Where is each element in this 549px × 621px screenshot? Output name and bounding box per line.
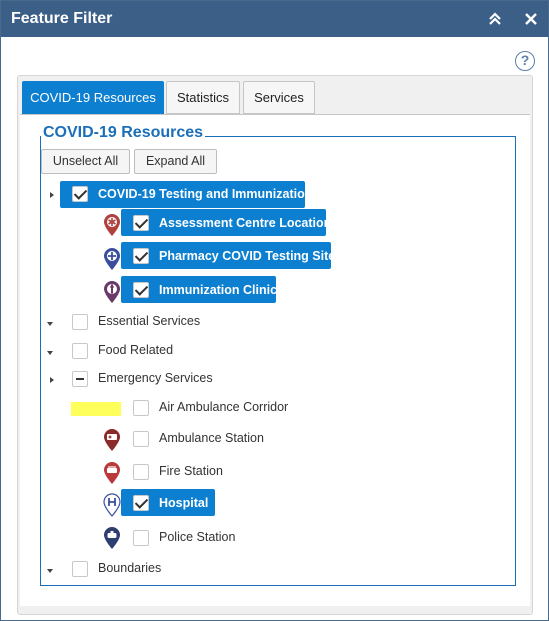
ambulance-pin-icon — [103, 428, 121, 452]
checkbox-ambulance-station[interactable] — [133, 431, 149, 447]
expand-arrow-emergency-services[interactable] — [47, 376, 57, 386]
hospital-pin-icon — [103, 493, 121, 517]
tab-statistics[interactable]: Statistics — [166, 81, 240, 114]
checkbox-immunization-clinic[interactable] — [133, 282, 149, 298]
checkbox-covid-testing-immunization[interactable] — [72, 186, 88, 202]
fire-truck-pin-icon — [103, 461, 121, 485]
label-boundaries[interactable]: Boundaries — [98, 561, 161, 575]
help-icon[interactable]: ? — [515, 51, 535, 71]
checkbox-pharmacy-testing[interactable] — [133, 248, 149, 264]
tree-item-hospital[interactable]: Hospital — [121, 489, 215, 516]
checkbox-hospital[interactable] — [133, 495, 149, 511]
syringe-pin-icon — [103, 280, 121, 304]
unselect-all-button[interactable]: Unselect All — [41, 149, 130, 174]
label-covid-testing-immunization: COVID-19 Testing and Immunization — [98, 187, 313, 201]
label-ambulance-station[interactable]: Ambulance Station — [159, 431, 264, 445]
assessment-centre-pin-icon — [103, 213, 121, 237]
expand-arrow-food-related[interactable] — [46, 348, 56, 358]
pharmacy-pin-icon — [103, 247, 121, 271]
label-essential-services[interactable]: Essential Services — [98, 314, 200, 328]
checkbox-boundaries[interactable] — [72, 561, 88, 577]
checkbox-police-station[interactable] — [133, 530, 149, 546]
checkbox-fire-station[interactable] — [133, 464, 149, 480]
tab-covid-19-resources[interactable]: COVID-19 Resources — [22, 81, 164, 114]
tree-item-immunization-clinic[interactable]: Immunization Clinic — [121, 276, 278, 303]
label-food-related[interactable]: Food Related — [98, 343, 173, 357]
air-ambulance-corridor-swatch — [71, 402, 121, 416]
label-emergency-services[interactable]: Emergency Services — [98, 371, 213, 385]
collapse-chevrons-icon[interactable] — [485, 9, 505, 29]
label-air-ambulance-corridor[interactable]: Air Ambulance Corridor — [159, 400, 288, 414]
checkbox-essential-services[interactable] — [72, 314, 88, 330]
expand-arrow-essential-services[interactable] — [46, 319, 56, 329]
expand-arrow-boundaries[interactable] — [46, 566, 56, 576]
label-hospital: Hospital — [159, 496, 209, 510]
tree-item-covid-testing-immunization[interactable]: COVID-19 Testing and Immunization — [60, 181, 312, 208]
tree-item-pharmacy-testing[interactable]: Pharmacy COVID Testing Site — [121, 242, 335, 269]
fieldset-legend: COVID-19 Resources — [41, 124, 206, 142]
checkbox-food-related[interactable] — [72, 343, 88, 359]
police-car-pin-icon — [103, 526, 121, 550]
label-pharmacy-testing: Pharmacy COVID Testing Site — [159, 249, 336, 263]
expand-all-button[interactable]: Expand All — [134, 149, 217, 174]
close-icon[interactable] — [521, 9, 541, 29]
label-assessment-centre: Assessment Centre Location — [159, 216, 332, 230]
expand-arrow-covid-group[interactable] — [47, 191, 57, 201]
checkbox-air-ambulance-corridor[interactable] — [133, 400, 149, 416]
window-title: Feature Filter — [11, 10, 113, 27]
label-police-station[interactable]: Police Station — [159, 530, 235, 544]
feature-filter-window: Feature Filter ? COVID-19 Resources Stat… — [0, 0, 549, 621]
tree-item-assessment-centre[interactable]: Assessment Centre Location — [121, 209, 331, 236]
window-titlebar: Feature Filter — [1, 1, 548, 37]
tab-services[interactable]: Services — [243, 81, 315, 114]
checkbox-emergency-services[interactable] — [72, 371, 88, 387]
checkbox-assessment-centre[interactable] — [133, 215, 149, 231]
label-fire-station[interactable]: Fire Station — [159, 464, 223, 478]
label-immunization-clinic: Immunization Clinic — [159, 283, 278, 297]
